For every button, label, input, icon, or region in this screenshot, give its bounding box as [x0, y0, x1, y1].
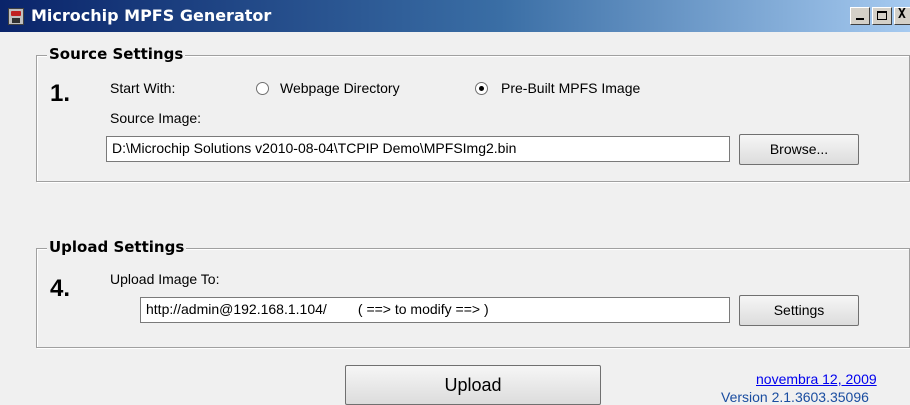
upload-button[interactable]: Upload — [345, 365, 601, 405]
source-settings-title: Source Settings — [47, 45, 186, 63]
source-image-label: Source Image: — [110, 110, 202, 126]
maximize-icon — [877, 11, 887, 20]
date-link[interactable]: novembra 12, 2009 — [756, 371, 877, 387]
prebuilt-image-label[interactable]: Pre-Built MPFS Image — [501, 80, 640, 96]
upload-step-number: 4. — [50, 275, 71, 302]
app-icon — [8, 8, 24, 25]
maximize-button[interactable] — [872, 7, 892, 25]
upload-settings-title: Upload Settings — [47, 238, 187, 256]
webpage-directory-label[interactable]: Webpage Directory — [280, 80, 400, 96]
window-title: Microchip MPFS Generator — [31, 6, 272, 25]
prebuilt-image-radio[interactable] — [475, 82, 488, 95]
minimize-icon — [856, 18, 864, 20]
start-with-label: Start With: — [110, 80, 176, 96]
version-text: Version 2.1.3603.35096 — [721, 389, 869, 405]
minimize-button[interactable] — [850, 7, 870, 25]
title-bar: Microchip MPFS Generator X — [0, 0, 910, 32]
close-icon: X — [898, 7, 906, 22]
source-step-number: 1. — [50, 80, 71, 107]
webpage-directory-radio[interactable] — [256, 82, 269, 95]
settings-button[interactable]: Settings — [739, 295, 859, 326]
close-button[interactable]: X — [894, 7, 910, 25]
browse-button[interactable]: Browse... — [739, 134, 859, 165]
source-image-field[interactable]: D:\Microchip Solutions v2010-08-04\TCPIP… — [106, 136, 730, 162]
upload-to-label: Upload Image To: — [110, 271, 220, 287]
upload-to-field[interactable]: http://admin@192.168.1.104/ ( ==> to mod… — [140, 297, 730, 323]
